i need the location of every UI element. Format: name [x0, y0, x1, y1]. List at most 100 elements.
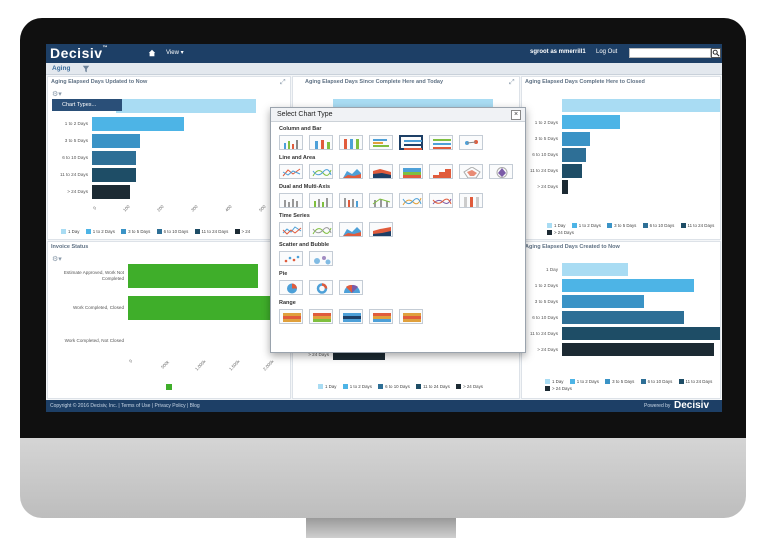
filter-icon[interactable] [82, 65, 90, 73]
bar-1-day[interactable] [562, 99, 720, 112]
bar-over-24-days[interactable] [92, 185, 130, 199]
chart-type-bar[interactable] [369, 135, 393, 150]
chart-type-scatter[interactable] [279, 251, 303, 266]
category-label: 3 to 5 Days [64, 138, 88, 143]
chart-type-polar[interactable] [489, 164, 513, 179]
user-label: sgroot as mmerrill1 [530, 49, 586, 55]
bar-11-24-days[interactable] [562, 327, 720, 340]
bar-11-24-days[interactable] [92, 168, 136, 182]
bar-over-24-days[interactable] [562, 180, 568, 194]
bar-6-10-days[interactable] [562, 311, 684, 324]
bar-1-2-days[interactable] [92, 117, 184, 131]
chart-type-dual-column-line[interactable] [279, 193, 303, 208]
expand-icon[interactable]: ⤢ [280, 79, 286, 87]
chart-type-time-stacked-area[interactable] [369, 222, 393, 237]
expand-icon[interactable]: ⤢ [509, 79, 515, 87]
view-menu[interactable]: View ▾ [166, 49, 184, 56]
breadcrumb-aging[interactable]: Aging [52, 65, 70, 72]
chart-panel-invoice-status: Invoice Status ⚙▾ Estimate Approved, Wor… [47, 241, 291, 399]
bar-3-5-days[interactable] [562, 132, 590, 146]
chart-options-icon[interactable]: ⚙▾ [52, 90, 62, 98]
chart-type-stacked-area[interactable] [369, 164, 393, 179]
footer-bar: Copyright © 2016 Decisiv, Inc. | Terms o… [46, 400, 722, 412]
chart-type-semi-pie[interactable] [339, 280, 363, 295]
axis-tick: 400 [224, 203, 233, 213]
monitor-stand [306, 518, 456, 538]
chart-type-dual-line[interactable] [399, 193, 423, 208]
dialog-titlebar: Select Chart Type × [271, 108, 525, 122]
chart-options-icon[interactable]: ⚙▾ [52, 255, 62, 263]
chart-type-waterfall[interactable] [459, 135, 483, 150]
chart-type-dual-bar[interactable] [459, 193, 483, 208]
chart-type-100-bar[interactable] [429, 135, 453, 150]
chart-types-menu-item[interactable]: Chart Types... [52, 99, 122, 111]
bar-3-5-days[interactable] [562, 295, 644, 308]
chart-type-pie[interactable] [279, 280, 303, 295]
bar-work-completed-closed[interactable] [128, 296, 290, 320]
close-icon[interactable]: × [511, 110, 521, 120]
breadcrumb-bar: Aging [46, 63, 722, 75]
bar-11-24-days[interactable] [562, 164, 582, 178]
decisiv-logo[interactable]: Decisiv™ [50, 45, 108, 61]
footer-links[interactable]: Copyright © 2016 Decisiv, Inc. | Terms o… [50, 403, 200, 409]
chart-type-stacked-bar[interactable] [399, 135, 423, 150]
chart-legend: 1 Day 1 to 2 Days 3 to 5 Days 6 to 10 Da… [56, 229, 250, 235]
bar-3-5-days[interactable] [92, 134, 140, 148]
home-icon[interactable] [148, 49, 156, 57]
axis-tick: 100 [122, 203, 131, 213]
bar-6-10-days[interactable] [92, 151, 136, 165]
chart-type-multi-column[interactable] [339, 193, 363, 208]
chart-type-column[interactable] [279, 135, 303, 150]
chart-type-line[interactable] [279, 164, 303, 179]
chart-type-spline[interactable] [309, 164, 333, 179]
panel-title: Aging Elapsed Days Updated to Now [51, 79, 148, 85]
chart-type-100-column[interactable] [339, 135, 363, 150]
powered-by-label: Powered by [644, 403, 671, 409]
chart-type-stacked-column[interactable] [309, 135, 333, 150]
chart-type-range-column[interactable] [309, 309, 333, 324]
logout-link[interactable]: Log Out [596, 49, 617, 55]
bar-estimate-approved[interactable] [128, 264, 258, 288]
category-label: 11 to 24 Days [529, 331, 558, 336]
category-label: 11 to 24 Days [59, 172, 88, 177]
chart-type-step-area[interactable] [429, 164, 453, 179]
section-pie: Pie [279, 271, 288, 277]
dialog-title: Select Chart Type [277, 111, 333, 118]
chart-type-bubble[interactable] [309, 251, 333, 266]
chart-type-range-area[interactable] [369, 309, 393, 324]
bar-over-24-days[interactable] [562, 343, 714, 356]
chart-panel-created-to-now: Aging Elapsed Days Created to Now 1 Day … [521, 241, 721, 399]
bar-1-2-days[interactable] [562, 115, 620, 129]
chart-type-dual-column[interactable] [309, 193, 333, 208]
section-time-series: Time Series [279, 213, 310, 219]
chart-type-range-bar[interactable] [339, 309, 363, 324]
chart-type-area[interactable] [339, 164, 363, 179]
category-label: Estimate Approved, Work Not Completed [63, 270, 124, 281]
chart-type-time-spline[interactable] [309, 222, 333, 237]
bar-6-10-days[interactable] [562, 148, 586, 162]
axis-tick: 0 [92, 205, 98, 211]
category-label: 1 to 2 Days [64, 121, 88, 126]
axis-tick: 1,000k [194, 358, 207, 372]
category-label: Work Completed, Not Closed [64, 338, 124, 343]
chart-type-multi-line[interactable] [429, 193, 453, 208]
chart-type-time-line[interactable] [279, 222, 303, 237]
panel-title: Aging Elapsed Days Since Complete Here a… [305, 79, 444, 85]
search-icon[interactable] [711, 48, 721, 58]
chart-type-range-heat[interactable] [279, 309, 303, 324]
chart-type-multi-column-line[interactable] [369, 193, 393, 208]
chart-type-radar[interactable] [459, 164, 483, 179]
bar-1-day[interactable] [116, 99, 256, 113]
chart-type-time-area[interactable] [339, 222, 363, 237]
select-chart-type-dialog: Select Chart Type × Column and Bar Line … [270, 107, 526, 353]
chart-type-100-area[interactable] [399, 164, 423, 179]
bar-1-day[interactable] [562, 263, 628, 276]
category-label: Work Completed, Closed [73, 305, 124, 310]
chart-legend-row2: > 24 Days [542, 230, 574, 236]
chart-type-range-spline[interactable] [399, 309, 423, 324]
search-input[interactable] [629, 48, 711, 58]
chart-type-donut[interactable] [309, 280, 333, 295]
category-label: 3 to 5 Days [534, 136, 558, 141]
bar-1-2-days[interactable] [562, 279, 694, 292]
chart-legend: 1 Day 1 to 2 Days 6 to 10 Days 11 to 24 … [313, 384, 483, 390]
